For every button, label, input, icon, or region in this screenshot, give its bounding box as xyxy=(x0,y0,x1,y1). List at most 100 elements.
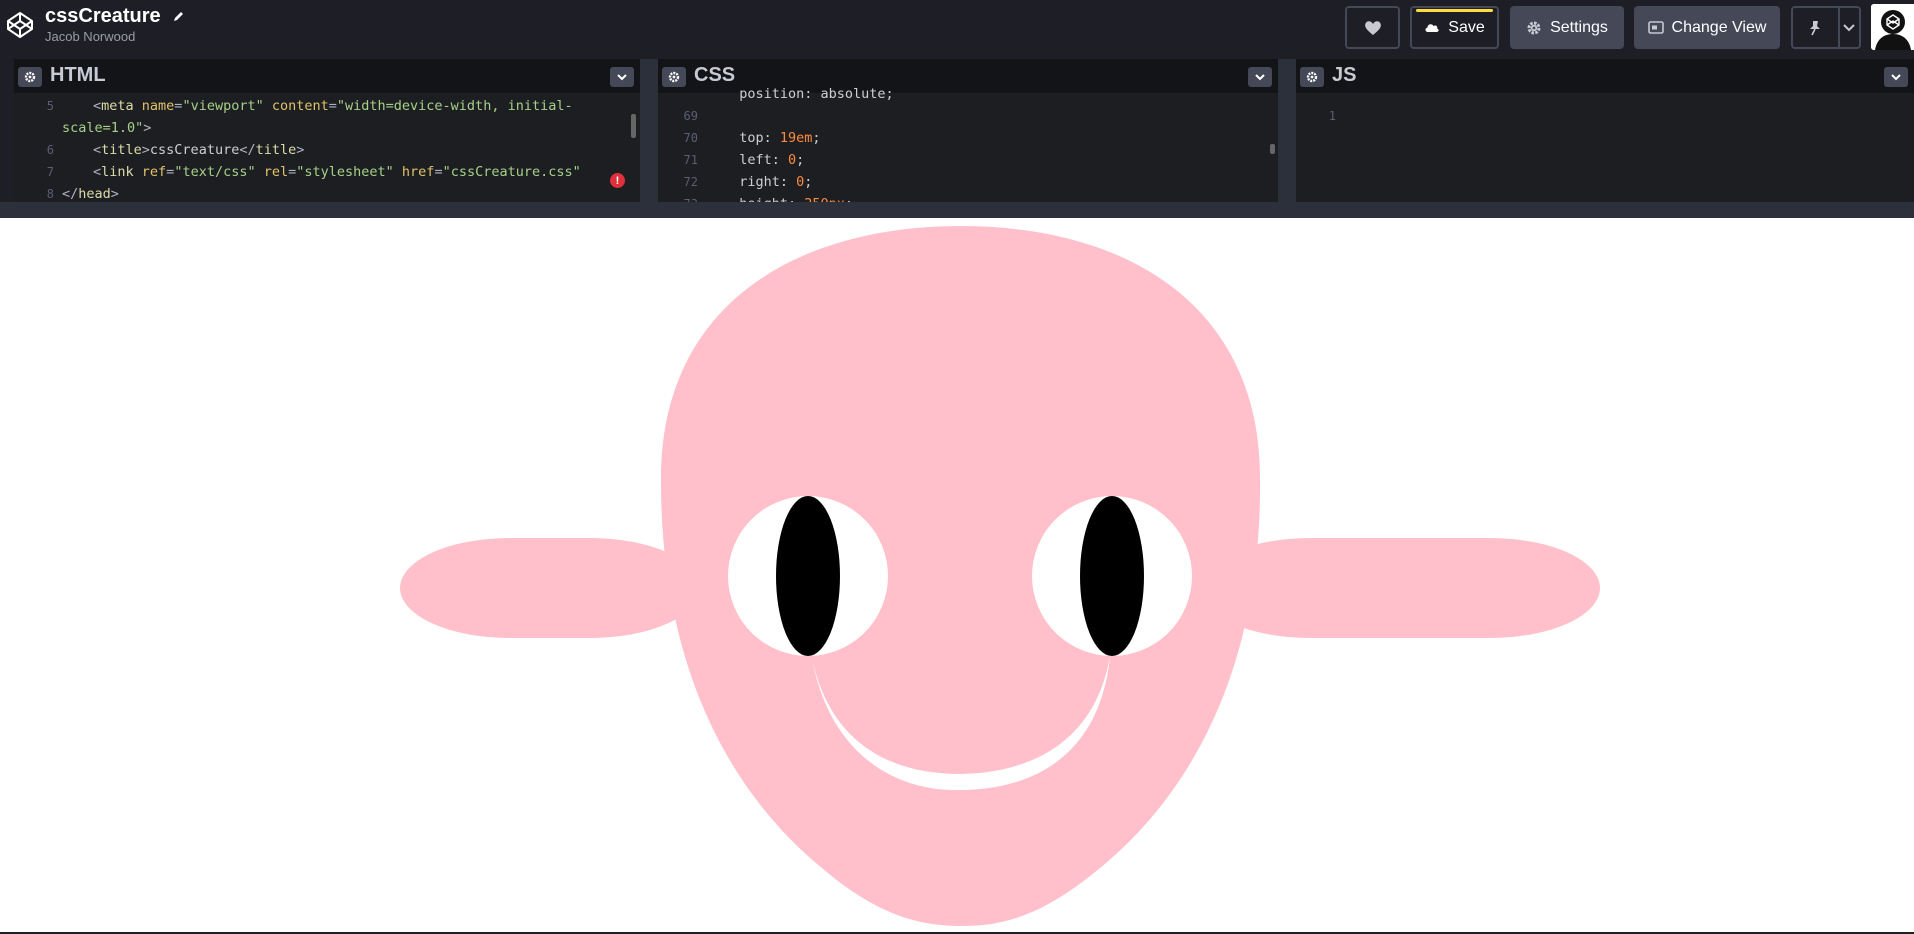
preview-pane xyxy=(0,218,1914,932)
editor-resizer[interactable] xyxy=(1278,59,1296,202)
codepen-logo-icon[interactable] xyxy=(6,11,34,39)
error-badge[interactable]: ! xyxy=(610,173,625,188)
creature-left-arm xyxy=(400,538,700,638)
line-number: 6 xyxy=(46,143,54,157)
user-avatar[interactable] xyxy=(1871,4,1914,50)
layout-icon xyxy=(1647,21,1664,34)
code-token: </ xyxy=(62,186,79,202)
code-token: name xyxy=(133,98,175,114)
code-token: ; xyxy=(804,174,813,190)
code-token: head xyxy=(78,186,111,202)
code-token: > xyxy=(296,142,305,158)
code-token: < xyxy=(93,98,102,114)
code-token: = xyxy=(328,98,337,114)
css-code[interactable]: position: absolute; 69 70 top: 19em; 71 lef… xyxy=(658,86,1278,202)
code-token: > xyxy=(141,142,150,158)
code-line[interactable]: right: 0; xyxy=(723,174,812,190)
line-number: 7 xyxy=(46,165,54,179)
pen-title[interactable]: cssCreature xyxy=(45,4,185,28)
css-scrollbar[interactable] xyxy=(1270,144,1275,154)
line-number: 5 xyxy=(46,99,54,113)
code-token: < xyxy=(93,142,102,158)
pen-title-text[interactable]: cssCreature xyxy=(45,5,161,27)
gear-icon xyxy=(1306,71,1318,83)
code-line[interactable]: <meta name="viewport" content="width=dev… xyxy=(93,98,573,114)
code-token: "stylesheet" xyxy=(296,164,394,180)
css-collapse-button[interactable] xyxy=(1248,67,1272,87)
code-token: rel xyxy=(255,164,289,180)
code-token: "width=device-width, initial- xyxy=(336,98,573,114)
code-token: "text/css" xyxy=(174,164,256,180)
heart-icon xyxy=(1364,20,1381,35)
settings-label: Settings xyxy=(1550,18,1608,36)
line-number: 69 xyxy=(683,109,698,123)
js-editor[interactable]: JS 1 xyxy=(1296,59,1914,202)
js-editor-title: JS xyxy=(1332,64,1357,86)
code-token: left: xyxy=(723,152,789,168)
author-name[interactable]: Jacob Norwood xyxy=(45,29,185,45)
pin-dropdown[interactable] xyxy=(1840,8,1859,47)
chevron-down-icon xyxy=(617,73,627,80)
css-editor-title: CSS xyxy=(694,64,736,86)
top-bar: cssCreature Jacob Norwood Save Settings xyxy=(0,0,1914,59)
code-token: "cssCreature.css" xyxy=(442,164,581,180)
avatar-icon xyxy=(1871,4,1914,50)
line-number: 8 xyxy=(46,187,54,201)
change-view-button[interactable]: Change View xyxy=(1634,6,1780,49)
cloud-icon xyxy=(1425,24,1439,32)
line-number: 72 xyxy=(683,175,698,189)
html-code[interactable]: 5 <meta name="viewport" content="width=de… xyxy=(14,93,640,202)
code-token: < xyxy=(93,164,102,180)
css-editor[interactable]: CSS position: absolute; 69 70 top: 19em; 71… xyxy=(658,59,1278,202)
editors-panel: HTML 5 <meta name="viewport" content="wid… xyxy=(0,59,1914,202)
code-token: link xyxy=(101,164,134,180)
line-number: 70 xyxy=(683,131,698,145)
code-token: = xyxy=(434,164,443,180)
gear-icon xyxy=(24,71,36,83)
code-line[interactable]: top: 19em; xyxy=(723,130,821,146)
creature-right-pupil xyxy=(1080,496,1144,656)
html-editor-title: HTML xyxy=(50,64,106,86)
pin-icon xyxy=(1810,20,1821,35)
save-indicator xyxy=(1416,9,1493,12)
line-number: 71 xyxy=(683,153,698,167)
code-line[interactable]: left: 0; xyxy=(723,152,804,168)
code-token: "viewport" xyxy=(182,98,264,114)
editor-resizer[interactable] xyxy=(640,59,658,202)
change-view-label: Change View xyxy=(1671,18,1767,36)
code-token: > xyxy=(110,186,119,202)
code-line[interactable]: position: absolute; xyxy=(723,86,894,102)
code-token: ref xyxy=(133,164,167,180)
creature-illustration xyxy=(400,226,1600,926)
save-button[interactable]: Save xyxy=(1410,6,1499,49)
html-editor-header: HTML xyxy=(14,59,640,93)
js-settings-button[interactable] xyxy=(1300,67,1324,87)
code-token: right: xyxy=(723,174,797,190)
html-scrollbar[interactable] xyxy=(631,114,636,138)
pin-main[interactable] xyxy=(1793,8,1840,47)
code-token: position: absolute; xyxy=(723,86,894,102)
js-code[interactable]: 1 xyxy=(1296,93,1914,202)
code-token: ; xyxy=(812,130,821,146)
code-token: top: xyxy=(723,130,780,146)
code-token: > xyxy=(143,120,152,136)
preview-resizer[interactable] xyxy=(0,202,1914,218)
js-collapse-button[interactable] xyxy=(1884,67,1908,87)
html-editor[interactable]: HTML 5 <meta name="viewport" content="wid… xyxy=(14,59,640,202)
code-line[interactable]: </head> xyxy=(62,186,119,202)
settings-button[interactable]: Settings xyxy=(1510,6,1624,49)
pin-button[interactable] xyxy=(1791,6,1861,49)
pencil-icon[interactable] xyxy=(172,10,185,23)
code-line[interactable]: <title>cssCreature</title> xyxy=(93,142,304,158)
code-token: </ xyxy=(239,142,256,158)
css-settings-button[interactable] xyxy=(662,67,686,87)
creature-right-arm xyxy=(1200,538,1600,638)
chevron-down-icon xyxy=(1255,73,1265,80)
code-token: meta xyxy=(101,98,134,114)
html-settings-button[interactable] xyxy=(18,67,42,87)
code-line[interactable]: <link ref="text/css" rel="stylesheet" hr… xyxy=(93,164,581,180)
code-token: 0 xyxy=(788,152,797,168)
code-line[interactable]: scale=1.0"> xyxy=(62,120,151,136)
html-collapse-button[interactable] xyxy=(610,67,634,87)
like-button[interactable] xyxy=(1345,6,1400,49)
